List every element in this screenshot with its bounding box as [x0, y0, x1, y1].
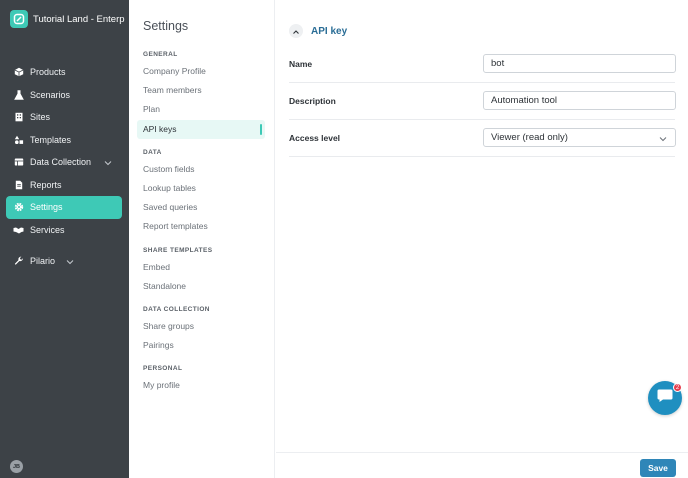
section-heading-personal: PERSONAL [143, 365, 183, 373]
nav-item-scenarios[interactable]: Scenarios [6, 84, 122, 107]
section-heading-data-collection: DATA COLLECTION [143, 305, 210, 313]
settings-title: Settings [143, 19, 189, 33]
section-heading-general: GENERAL [143, 51, 178, 58]
nav-label: Pilario [30, 256, 56, 267]
settings-item-label: API keys [143, 123, 177, 134]
nav-item-reports[interactable]: Reports [6, 174, 122, 197]
form-row-access-level: Access level Viewer (read only) [289, 120, 676, 157]
nav-label: Scenarios [30, 89, 71, 100]
user-avatar[interactable]: JB [10, 460, 23, 473]
name-label: Name [289, 59, 313, 69]
section-header: API key [289, 24, 347, 38]
save-button[interactable]: Save [640, 459, 676, 477]
settings-item-share-groups[interactable]: Share groups [137, 317, 265, 336]
settings-item-report-templates[interactable]: Report templates [137, 217, 265, 236]
chat-bubble-icon [657, 388, 673, 408]
name-input[interactable] [483, 54, 676, 73]
nav-label: Reports [30, 179, 62, 190]
nav-item-data-collection[interactable]: Data Collection [6, 151, 122, 174]
settings-item-custom-fields[interactable]: Custom fields [137, 160, 265, 179]
settings-item-plan[interactable]: Plan [137, 100, 265, 119]
settings-item-api-keys[interactable]: API keys [137, 119, 265, 139]
nav-label: Sites [30, 112, 51, 123]
chevron-down-icon [659, 134, 667, 145]
section-title: API key [311, 25, 348, 37]
gear-icon [13, 202, 24, 213]
brand[interactable]: Tutorial Land - Enterpris [10, 9, 125, 29]
nav-label: Products [30, 67, 66, 78]
nav-item-pilario[interactable]: Pilario [6, 250, 122, 273]
nav-label: Templates [30, 134, 72, 145]
nav-label: Services [30, 224, 65, 235]
box-icon [13, 67, 24, 78]
section-heading-share-templates: SHARE TEMPLATES [143, 246, 213, 254]
description-input[interactable] [483, 91, 676, 110]
shapes-icon [13, 134, 24, 145]
settings-item-standalone[interactable]: Standalone [137, 277, 265, 296]
settings-item-my-profile[interactable]: My profile [137, 376, 265, 395]
handshake-icon [13, 224, 24, 235]
main-nav: Products Scenarios Sites Templates Data … [6, 61, 122, 273]
description-label: Description [289, 96, 336, 106]
nav-item-templates[interactable]: Templates [6, 129, 122, 152]
nav-item-sites[interactable]: Sites [6, 106, 122, 129]
nav-item-settings[interactable]: Settings [6, 196, 122, 219]
wrench-icon [13, 256, 24, 267]
access-level-label: Access level [289, 133, 341, 143]
settings-nav-list: GENERAL Company Profile Team members Pla… [137, 50, 265, 395]
flask-icon [13, 89, 24, 100]
settings-nav: Settings GENERAL Company Profile Team me… [129, 0, 275, 478]
settings-item-lookup-tables[interactable]: Lookup tables [137, 179, 265, 198]
collapse-button[interactable] [289, 24, 303, 38]
logo-icon [10, 10, 28, 28]
form-row-name: Name [289, 46, 676, 83]
chevron-down-icon [104, 158, 112, 168]
chevron-down-icon [66, 257, 74, 267]
active-indicator [260, 123, 262, 135]
workspace-name: Tutorial Land - Enterpris [33, 13, 125, 25]
access-level-select[interactable]: Viewer (read only) [483, 128, 676, 147]
main-sidebar: Tutorial Land - Enterpris Products Scena… [0, 0, 129, 478]
settings-item-pairings[interactable]: Pairings [137, 336, 265, 355]
nav-item-products[interactable]: Products [6, 61, 122, 84]
section-heading-data: DATA [143, 148, 162, 156]
settings-item-saved-queries[interactable]: Saved queries [137, 198, 265, 217]
nav-label: Data Collection [30, 157, 92, 168]
access-level-value: Viewer (read only) [491, 132, 568, 143]
settings-item-team-members[interactable]: Team members [137, 81, 265, 100]
settings-item-company-profile[interactable]: Company Profile [137, 62, 265, 81]
table-icon [13, 157, 24, 168]
nav-item-services[interactable]: Services [6, 219, 122, 242]
form-row-description: Description [289, 83, 676, 120]
report-icon [13, 179, 24, 190]
building-icon [13, 112, 24, 123]
nav-label: Settings [30, 202, 63, 213]
api-key-panel: API key Name Description Access level Vi… [276, 0, 688, 478]
settings-item-embed[interactable]: Embed [137, 258, 265, 277]
form-footer: Save [276, 452, 688, 478]
notification-badge: 2 [673, 383, 682, 392]
chevron-up-icon [292, 22, 300, 40]
